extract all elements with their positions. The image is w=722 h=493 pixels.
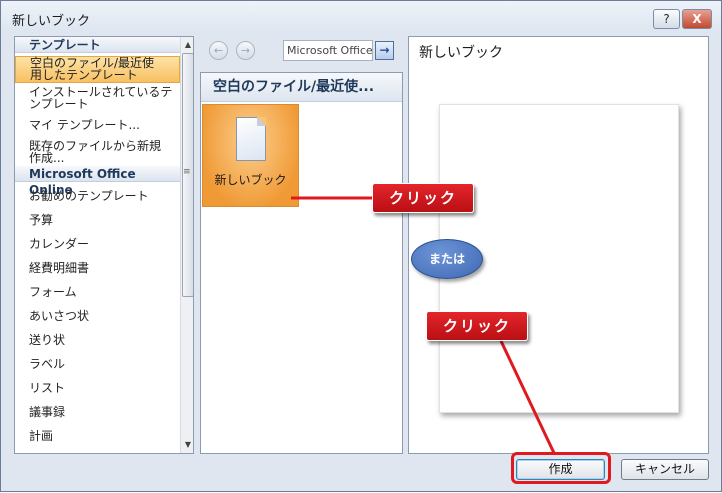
go-arrow-icon[interactable]: → xyxy=(375,41,394,60)
templates-section-header: テンプレート xyxy=(15,37,180,53)
sidebar-item-greetings[interactable]: あいさつ状 xyxy=(15,310,180,322)
blank-document-icon xyxy=(236,117,266,161)
gallery-header: 空白のファイル/最近使... xyxy=(201,73,402,102)
sidebar-item-invoices[interactable]: 送り状 xyxy=(15,334,180,346)
help-button[interactable]: ? xyxy=(653,9,680,29)
sidebar-item-featured[interactable]: お勧めのテンプレート xyxy=(15,190,180,202)
or-bubble: または xyxy=(411,239,483,279)
sidebar-item-from-existing[interactable]: 既存のファイルから新規 作成... xyxy=(15,140,180,166)
search-input[interactable]: Microsoft Office xyxy=(283,40,373,61)
dialog-title: 新しいブック xyxy=(12,14,91,29)
sidebar-item-installed[interactable]: インストールされているテ ンプレート xyxy=(15,86,180,112)
sidebar-item-plans[interactable]: 計画 xyxy=(15,430,180,442)
scroll-up-icon[interactable]: ▲ xyxy=(181,38,193,52)
title-bar: 新しいブック ? X xyxy=(1,1,721,33)
sidebar-item-calendar[interactable]: カレンダー xyxy=(15,238,180,250)
sidebar-scrollbar[interactable]: ▲ ≡ ▼ xyxy=(180,37,193,453)
cancel-button[interactable]: キャンセル xyxy=(621,459,709,480)
sidebar-item-budget[interactable]: 予算 xyxy=(15,214,180,226)
blank-workbook-tile[interactable]: 新しいブック xyxy=(202,104,299,207)
sidebar-item-my-templates[interactable]: マイ テンプレート... xyxy=(15,119,180,131)
click-callout-tile: クリック xyxy=(372,183,474,213)
scroll-down-icon[interactable]: ▼ xyxy=(181,438,193,452)
navigation-bar: ← → Microsoft Office → xyxy=(202,38,402,64)
template-category-list: テンプレート 空白のファイル/最近使 用したテンプレート インストールされている… xyxy=(14,36,194,454)
new-workbook-dialog: 新しいブック ? X テンプレート 空白のファイル/最近使 用したテンプレート … xyxy=(0,0,722,492)
sidebar-item-expense[interactable]: 経費明細書 xyxy=(15,262,180,274)
preview-title: 新しいブック xyxy=(419,45,503,61)
online-section-header: Microsoft Office Online xyxy=(15,166,180,197)
sidebar-item-blank-recent[interactable]: 空白のファイル/最近使 用したテンプレート xyxy=(15,56,180,83)
sidebar-item-lists[interactable]: リスト xyxy=(15,382,180,394)
scroll-grip-icon: ≡ xyxy=(183,167,191,177)
click-callout-create: クリック xyxy=(426,311,528,341)
template-gallery: 空白のファイル/最近使... 新しいブック xyxy=(200,72,403,454)
sidebar-item-forms[interactable]: フォーム xyxy=(15,286,180,298)
back-arrow-icon[interactable]: ← xyxy=(209,41,228,60)
tile-label: 新しいブック xyxy=(214,173,287,187)
create-button-highlight xyxy=(511,452,611,484)
sidebar-item-labels[interactable]: ラベル xyxy=(15,358,180,370)
forward-arrow-icon[interactable]: → xyxy=(236,41,255,60)
close-button[interactable]: X xyxy=(682,9,712,29)
sidebar-item-minutes[interactable]: 議事録 xyxy=(15,406,180,418)
